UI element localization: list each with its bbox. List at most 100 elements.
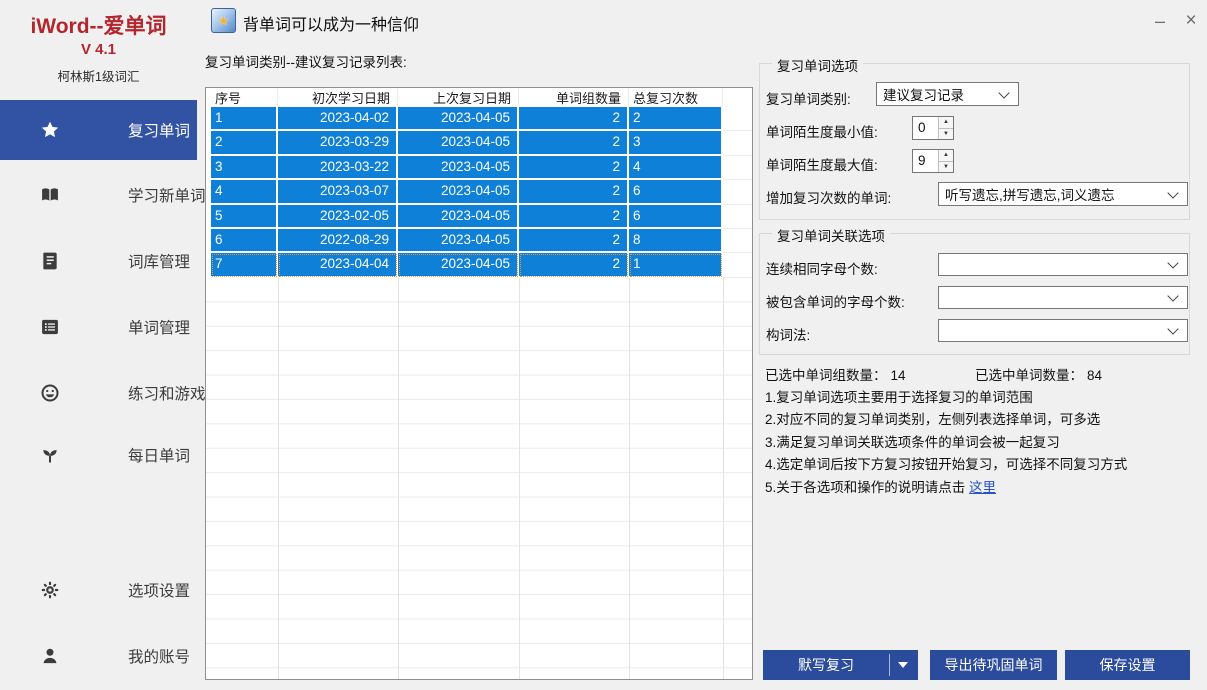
cell-seq: 2 <box>211 131 278 155</box>
sidebar-item-label: 学习新单词 <box>128 184 206 206</box>
smiley-icon <box>40 383 60 403</box>
cell-review-count: 6 <box>629 205 723 229</box>
review-list-label: 复习单词类别--建议复习记录列表: <box>205 51 407 71</box>
sidebar-item-label: 选项设置 <box>128 579 190 601</box>
header-last-review-date[interactable]: 上次复习日期 <box>398 88 519 107</box>
category-select[interactable]: 建议复习记录 <box>876 82 1019 106</box>
table-row[interactable]: 1 2023-04-02 2023-04-05 2 2 <box>206 107 752 131</box>
cell-first-date: 2023-02-05 <box>278 205 398 229</box>
cell-group-count: 2 <box>519 107 629 131</box>
same-letters-select[interactable] <box>938 253 1188 276</box>
selected-words-stat: 已选中单词数量：84 <box>975 364 1102 384</box>
contained-letters-select[interactable] <box>938 286 1188 309</box>
spin-up-icon[interactable]: ▲ <box>939 150 953 162</box>
header-seq[interactable]: 序号 <box>211 88 278 107</box>
cell-filler <box>723 253 752 277</box>
journal-icon <box>40 251 60 271</box>
window-title: 背单词可以成为一种信仰 <box>243 11 419 35</box>
cell-first-date: 2023-04-02 <box>278 107 398 131</box>
dropdown-caret-icon[interactable] <box>898 662 908 668</box>
button-separator <box>889 654 890 676</box>
related-options-group: 复习单词关联选项 连续相同字母个数: 被包含单词的字母个数: 构词法: <box>759 233 1190 355</box>
sidebar-item-daily-words[interactable]: 每日单词 <box>0 425 197 485</box>
instruction-line: 4.选定单词后按下方复习按钮开始复习，可选择不同复习方式 <box>765 454 1127 476</box>
sidebar-item-review-words[interactable]: 复习单词 <box>0 100 197 160</box>
table-header-row: 序号 初次学习日期 上次复习日期 单词组数量 总复习次数 <box>206 88 752 107</box>
sidebar-item-wordbank-management[interactable]: 词库管理 <box>0 231 197 291</box>
cell-group-count: 2 <box>519 180 629 204</box>
cell-last-date: 2023-04-05 <box>398 107 519 131</box>
morphology-select[interactable] <box>938 319 1188 342</box>
person-icon <box>40 646 60 666</box>
table-row[interactable]: 6 2022-08-29 2023-04-05 2 8 <box>206 229 752 253</box>
sidebar-item-my-account[interactable]: 我的账号 <box>0 626 197 686</box>
cell-last-date: 2023-04-05 <box>398 205 519 229</box>
minimize-button[interactable]: – <box>1146 8 1174 34</box>
dictation-review-button[interactable]: 默写复习 <box>763 650 918 680</box>
list-icon <box>40 317 60 337</box>
brand-title: iWord--爱单词 <box>0 10 197 40</box>
review-options-group: 复习单词选项 复习单词类别: 建议复习记录 单词陌生度最小值: 0 ▲▼ 单词陌… <box>759 63 1190 220</box>
close-button[interactable]: × <box>1177 8 1205 34</box>
spin-down-icon[interactable]: ▼ <box>939 162 953 173</box>
app-window: iWord--爱单词 V 4.1 柯林斯1级词汇 复习单词 学习新单词 词库管理 <box>0 0 1207 690</box>
brand-subtitle: 柯林斯1级词汇 <box>0 66 197 85</box>
cell-seq: 6 <box>211 229 278 253</box>
table-row[interactable]: 4 2023-03-07 2023-04-05 2 6 <box>206 180 752 204</box>
spin-up-icon[interactable]: ▲ <box>939 117 953 129</box>
cell-filler <box>723 131 752 155</box>
cell-first-date: 2023-04-04 <box>278 253 398 277</box>
instructions: 1.复习单词选项主要用于选择复习的单词范围 2.对应不同的复习单词类别，左侧列表… <box>765 387 1127 499</box>
export-words-button[interactable]: 导出待巩固单词 <box>930 650 1057 680</box>
cell-first-date: 2023-03-22 <box>278 156 398 180</box>
header-first-study-date[interactable]: 初次学习日期 <box>278 88 398 107</box>
contained-letters-label: 被包含单词的字母个数: <box>766 291 905 311</box>
cell-review-count: 2 <box>629 107 723 131</box>
cell-first-date: 2023-03-07 <box>278 180 398 204</box>
cell-filler <box>723 205 752 229</box>
instruction-line: 1.复习单词选项主要用于选择复习的单词范围 <box>765 387 1127 409</box>
cell-group-count: 2 <box>519 253 629 277</box>
sidebar-item-label: 单词管理 <box>128 316 190 338</box>
table-row-focused[interactable]: 7 2023-04-04 2023-04-05 2 1 <box>206 253 752 277</box>
cell-seq: 7 <box>211 253 278 277</box>
cell-first-date: 2023-03-29 <box>278 131 398 155</box>
table-row[interactable]: 2 2023-03-29 2023-04-05 2 3 <box>206 131 752 155</box>
header-total-review-count[interactable]: 总复习次数 <box>629 88 723 107</box>
chevron-down-icon <box>1167 290 1178 301</box>
table-row[interactable]: 3 2023-03-22 2023-04-05 2 4 <box>206 156 752 180</box>
save-settings-button[interactable]: 保存设置 <box>1065 650 1190 680</box>
category-label: 复习单词类别: <box>766 88 851 108</box>
extra-review-select[interactable]: 听写遗忘,拼写遗忘,词义遗忘 <box>938 182 1188 206</box>
sidebar-item-practice-games[interactable]: 练习和游戏 <box>0 363 197 423</box>
brand-version: V 4.1 <box>0 41 197 58</box>
cell-group-count: 2 <box>519 205 629 229</box>
cell-filler <box>723 180 752 204</box>
cell-seq: 4 <box>211 180 278 204</box>
cell-filler <box>723 229 752 253</box>
sidebar-item-label: 复习单词 <box>128 119 190 141</box>
max-unfamiliarity-stepper[interactable]: 9 ▲▼ <box>912 149 954 173</box>
cell-last-date: 2023-04-05 <box>398 253 519 277</box>
cell-filler <box>723 156 752 180</box>
help-link[interactable]: 这里 <box>969 480 996 495</box>
star-icon <box>40 120 60 140</box>
cell-group-count: 2 <box>519 229 629 253</box>
cell-review-count: 8 <box>629 229 723 253</box>
spin-down-icon[interactable]: ▼ <box>939 129 953 140</box>
cell-group-count: 2 <box>519 156 629 180</box>
extra-review-label: 增加复习次数的单词: <box>766 187 891 207</box>
cell-last-date: 2023-04-05 <box>398 180 519 204</box>
chevron-down-icon <box>998 87 1009 98</box>
cell-last-date: 2023-04-05 <box>398 156 519 180</box>
table-row[interactable]: 5 2023-02-05 2023-04-05 2 6 <box>206 205 752 229</box>
sidebar-item-options-settings[interactable]: 选项设置 <box>0 560 197 620</box>
sidebar-item-word-management[interactable]: 单词管理 <box>0 297 197 357</box>
header-word-group-count[interactable]: 单词组数量 <box>519 88 629 107</box>
min-unfamiliarity-stepper[interactable]: 0 ▲▼ <box>912 116 954 140</box>
table-empty-area <box>206 278 752 679</box>
morphology-label: 构词法: <box>766 324 810 344</box>
cell-first-date: 2022-08-29 <box>278 229 398 253</box>
sidebar-item-learn-new-words[interactable]: 学习新单词 <box>0 165 197 225</box>
review-records-table: 序号 初次学习日期 上次复习日期 单词组数量 总复习次数 1 2023-04-0… <box>205 87 753 680</box>
